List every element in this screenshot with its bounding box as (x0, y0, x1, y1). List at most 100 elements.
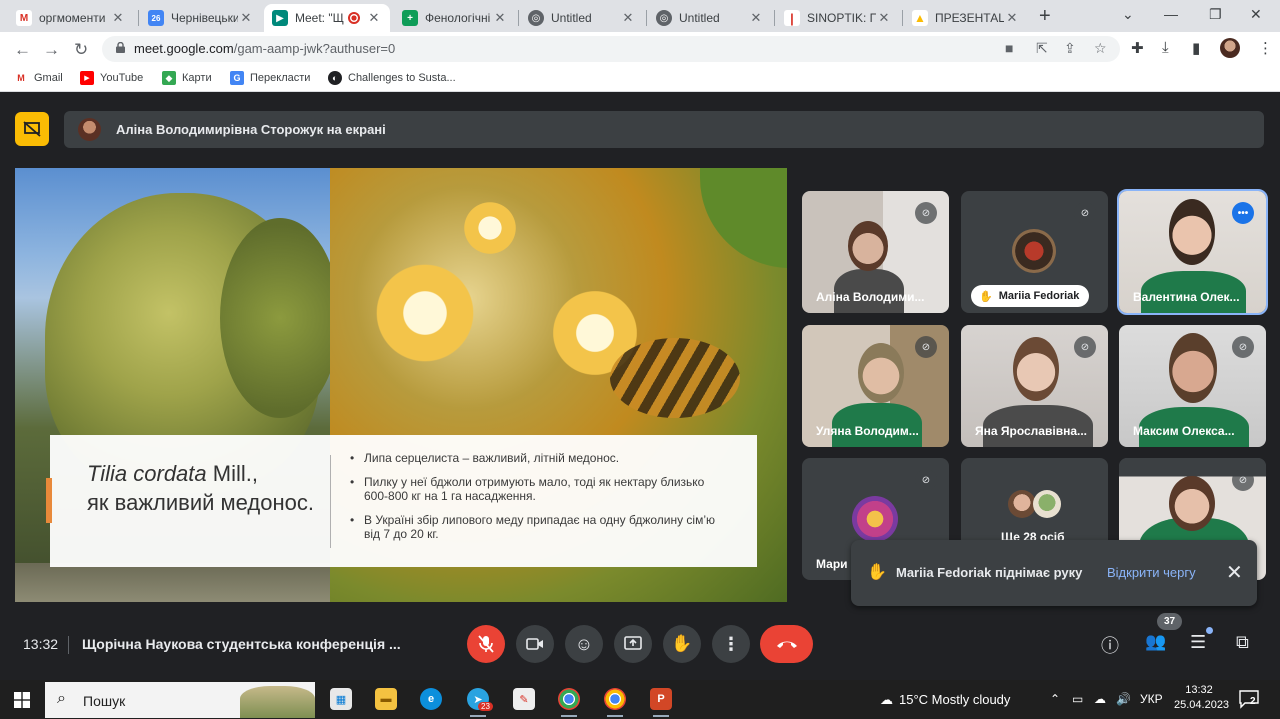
store-icon[interactable]: ▦ (330, 688, 352, 710)
present-now-button[interactable] (614, 625, 652, 663)
bookmark-gmail[interactable]: M Gmail (14, 71, 63, 85)
tab-search-icon[interactable]: ⌄ (1122, 6, 1134, 23)
taskbar-search[interactable]: ⌕ Пошук (45, 682, 315, 718)
participant-tile[interactable]: ⊘ Максим Олекса... (1119, 325, 1266, 447)
powerpoint-icon[interactable]: P (650, 688, 672, 717)
close-tab-icon[interactable]: ✕ (620, 10, 636, 26)
presenter-avatar (78, 118, 101, 141)
search-highlight-image (240, 686, 315, 718)
share-icon[interactable]: ⇪ (1064, 40, 1076, 57)
open-external-icon[interactable]: ⇱ (1036, 40, 1048, 57)
bookmark-youtube[interactable]: ▶ YouTube (80, 71, 143, 85)
tab-0[interactable]: M оргмоменти ✕ (8, 4, 134, 32)
tab-6[interactable]: | SINOPTIK: По ✕ (776, 4, 900, 32)
chrome-icon[interactable] (604, 688, 626, 717)
participant-tile[interactable]: ⊘ Аліна Володими... (802, 191, 949, 313)
close-tab-icon[interactable]: ✕ (492, 10, 508, 26)
raise-hand-button[interactable]: ✋ (663, 625, 701, 663)
camera-toggle-button[interactable] (516, 625, 554, 663)
participant-tile[interactable]: ⊘ Уляна Володим... (802, 325, 949, 447)
tab-4[interactable]: ◎ Untitled ✕ (520, 4, 644, 32)
thermometer-icon: | (784, 10, 800, 26)
close-tab-icon[interactable]: ✕ (366, 10, 382, 26)
participant-name: Аліна Володими... (816, 290, 925, 304)
close-tab-icon[interactable]: ✕ (876, 10, 892, 26)
telegram-badge: 23 (478, 702, 493, 711)
close-tab-icon[interactable]: ✕ (238, 10, 254, 26)
tab-7[interactable]: ▲ ПРЕЗЕНТАЦІ ✕ (904, 4, 1028, 32)
minimize-button[interactable]: — (1164, 6, 1178, 22)
bookmark-star-icon[interactable]: ☆ (1094, 40, 1107, 57)
stop-presenting-icon[interactable] (15, 112, 49, 146)
close-icon[interactable]: ✕ (1226, 560, 1243, 585)
close-tab-icon[interactable]: ✕ (748, 10, 764, 26)
battery-icon[interactable]: ▭ (1072, 692, 1083, 706)
menu-icon[interactable]: ⋮ (1258, 39, 1273, 57)
participant-name: Валентина Олек... (1133, 290, 1240, 304)
notification-message: Mariia Fedoriak піднімає руку (896, 565, 1083, 580)
onedrive-icon[interactable]: ☁ (1094, 692, 1106, 706)
windows-start-icon[interactable] (14, 692, 30, 708)
clock[interactable]: 13:32 25.04.2023 (1174, 684, 1229, 711)
reactions-button[interactable]: ☺ (565, 625, 603, 663)
drive-icon: ▲ (912, 10, 928, 26)
volume-icon[interactable]: 🔊 (1116, 692, 1131, 706)
tab-title: Meet: "Щ (295, 11, 344, 25)
file-explorer-icon[interactable]: ▬ (375, 688, 397, 710)
activities-icon[interactable]: ⧉ (1236, 632, 1249, 653)
raised-hand-icon: ✋ (979, 290, 993, 303)
leave-call-button[interactable] (760, 625, 813, 663)
gmail-icon: M (16, 10, 32, 26)
camera-icon[interactable]: ■ (1005, 40, 1013, 56)
chrome-icon[interactable] (558, 688, 580, 717)
close-tab-icon[interactable]: ✕ (110, 10, 126, 26)
paint-icon[interactable]: ✎ (513, 688, 535, 710)
extensions-icon[interactable]: ✚ (1131, 39, 1144, 57)
more-options-button[interactable]: ⋮ (712, 625, 750, 663)
participant-avatar (852, 496, 898, 542)
reload-icon[interactable]: ↻ (74, 40, 88, 60)
close-window-button[interactable]: ✕ (1250, 6, 1262, 23)
bookmark-maps[interactable]: ◆ Карти (162, 71, 212, 85)
participants-count-badge: 37 (1157, 613, 1182, 630)
tab-5[interactable]: ◎ Untitled ✕ (648, 4, 772, 32)
download-icon[interactable]: ⤓ (1162, 39, 1169, 56)
restore-button[interactable]: ❐ (1209, 6, 1222, 23)
edge-icon[interactable]: e (420, 688, 442, 710)
profile-avatar[interactable] (1220, 38, 1240, 58)
show-hidden-icons[interactable]: ⌃ (1050, 692, 1060, 706)
side-panel-icon[interactable]: ▮ (1192, 39, 1200, 57)
participant-avatar (1033, 490, 1061, 518)
raise-hand-icon: ✋ (671, 634, 693, 653)
notifications-icon[interactable]: 2 (1238, 688, 1260, 710)
participant-tile[interactable]: ⊘ ✋ Mariia Fedoriak (961, 191, 1108, 313)
weather-widget[interactable]: ☁ 15°C Mostly cloudy (880, 692, 1010, 708)
mic-toggle-button[interactable] (467, 625, 505, 663)
bookmark-label: Gmail (34, 72, 63, 84)
open-queue-link[interactable]: Відкрити чергу (1107, 565, 1196, 580)
participant-tile[interactable]: ⊘ Яна Ярославівна... (961, 325, 1108, 447)
participant-tile[interactable]: ••• Валентина Олек... (1117, 189, 1268, 315)
search-icon: ⌕ (57, 690, 66, 707)
meeting-title[interactable]: Щорічна Наукова студентська конференція … (82, 636, 401, 652)
tab-separator (646, 10, 647, 26)
tab-3[interactable]: + Фенологічні ✕ (394, 4, 516, 32)
meeting-details-icon[interactable]: ⓘ (1101, 632, 1119, 658)
close-tab-icon[interactable]: ✕ (1004, 10, 1020, 26)
tab-1[interactable]: 26 Чернівецький ✕ (140, 4, 262, 32)
browser-tab-bar: M оргмоменти ✕ 26 Чернівецький ✕ ▶ Meet:… (0, 0, 1280, 32)
bookmark-translate[interactable]: G Перекласти (230, 71, 310, 85)
bookmark-label: Challenges to Susta... (348, 72, 456, 84)
chat-icon[interactable]: ☰ (1190, 632, 1206, 653)
language-indicator[interactable]: УКР (1140, 692, 1163, 706)
forward-icon[interactable]: → (43, 40, 60, 60)
tab-title: Untitled (679, 11, 720, 25)
back-icon[interactable]: ← (14, 40, 31, 60)
new-tab-button[interactable]: + (1039, 5, 1051, 28)
tab-2[interactable]: ▶ Meet: "Щ ✕ (264, 4, 390, 32)
slide-text-box: Tilia cordata Mill., як важливий медонос.… (50, 435, 757, 567)
address-bar[interactable]: meet.google.com/gam-aamp-jwk?authuser=0 … (102, 36, 1120, 62)
bookmark-challenges[interactable]: ◐ Challenges to Susta... (328, 71, 456, 85)
notification-bubble-icon (1239, 690, 1259, 709)
people-icon[interactable]: 👥 (1145, 632, 1166, 652)
